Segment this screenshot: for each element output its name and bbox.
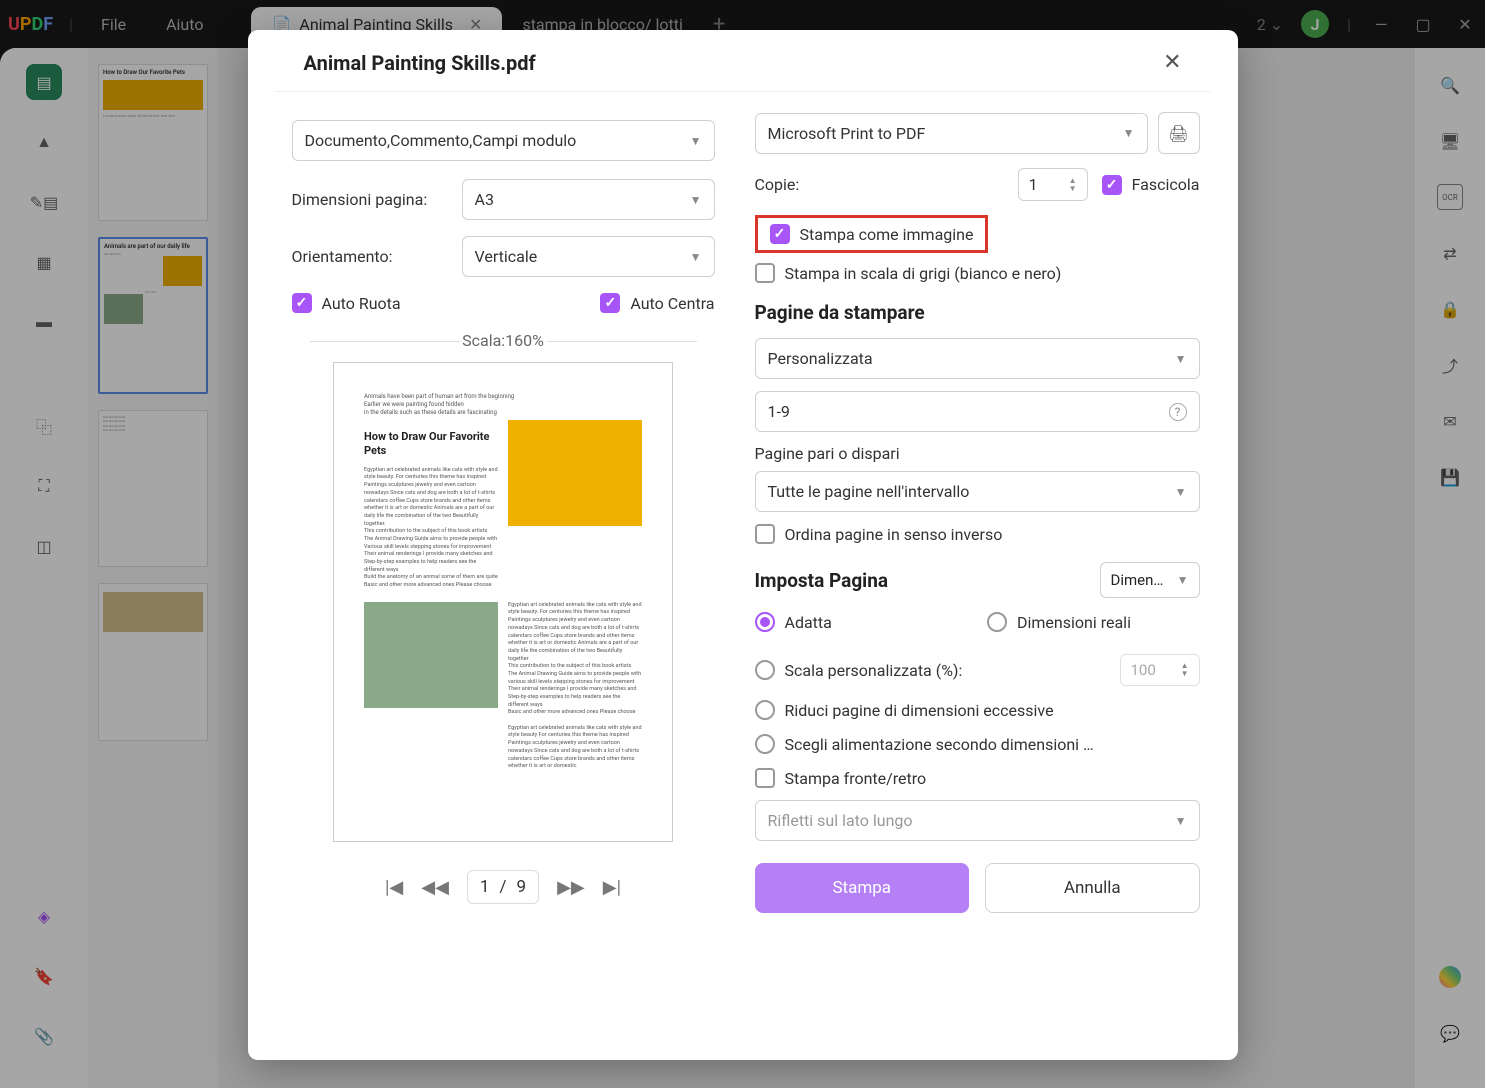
print-dialog: Animal Painting Skills.pdf ✕ Documento,C…: [248, 30, 1238, 1060]
duplex-label: Stampa fronte/retro: [785, 769, 927, 788]
page-size-value: A3: [475, 190, 494, 209]
orientation-label: Orientamento:: [292, 247, 462, 266]
radio-actual[interactable]: [987, 612, 1007, 632]
modal-overlay: Animal Painting Skills.pdf ✕ Documento,C…: [0, 0, 1485, 1088]
grayscale-checkbox[interactable]: [755, 263, 775, 283]
pager-total: 9: [517, 877, 527, 897]
print-preview: Animals have been part of human art from…: [333, 362, 673, 842]
pager-input[interactable]: 1 / 9: [467, 870, 539, 904]
auto-center-checkbox[interactable]: [600, 293, 620, 313]
content-select-value: Documento,Commento,Campi modulo: [305, 131, 577, 150]
auto-center-label: Auto Centra: [630, 294, 714, 313]
chevron-down-icon: ▼: [1175, 485, 1187, 499]
radio-source[interactable]: [755, 734, 775, 754]
auto-rotate-label: Auto Ruota: [322, 294, 401, 313]
duplex-checkbox[interactable]: [755, 768, 775, 788]
page-range-mode-select[interactable]: Personalizzata ▼: [755, 338, 1200, 379]
copies-label: Copie:: [755, 175, 1004, 194]
odd-even-select[interactable]: Tutte le pagine nell'intervallo ▼: [755, 471, 1200, 512]
pager-current: 1: [480, 877, 490, 897]
scale-label: Scala:160%: [292, 331, 715, 350]
auto-rotate-checkbox[interactable]: [292, 293, 312, 313]
pager-prev[interactable]: ◀◀: [421, 877, 449, 898]
radio-shrink-label: Riduci pagine di dimensioni eccessive: [785, 701, 1054, 720]
page-size-label: Dimensioni pagina:: [292, 190, 462, 209]
grayscale-label: Stampa in scala di grigi (bianco e nero): [785, 264, 1062, 283]
range-value: 1-9: [768, 402, 790, 421]
reverse-label: Ordina pagine in senso inverso: [785, 525, 1003, 544]
chevron-down-icon: ▼: [690, 193, 702, 207]
radio-fit-label: Adatta: [785, 613, 832, 632]
copies-input[interactable]: 1 ▲▼: [1018, 168, 1088, 201]
chevron-down-icon: ▼: [690, 134, 702, 148]
custom-scale-input[interactable]: 100 ▲▼: [1120, 654, 1200, 686]
collate-checkbox[interactable]: [1102, 175, 1122, 195]
page-setup-heading: Imposta Pagina: [755, 569, 889, 592]
pager-sep: /: [499, 877, 506, 897]
chevron-down-icon: ▼: [1175, 352, 1187, 366]
pager-last[interactable]: ▶|: [603, 877, 621, 898]
chevron-down-icon: ▼: [1123, 126, 1135, 140]
dialog-title: Animal Painting Skills.pdf: [304, 51, 536, 75]
page-range-input[interactable]: 1-9 ?: [755, 391, 1200, 432]
chevron-down-icon: ▼: [1177, 573, 1189, 587]
orientation-value: Verticale: [475, 247, 538, 266]
printer-value: Microsoft Print to PDF: [768, 124, 926, 143]
radio-shrink[interactable]: [755, 700, 775, 720]
range-mode-value: Personalizzata: [768, 349, 873, 368]
radio-fit[interactable]: [755, 612, 775, 632]
page-setup-mode-value: Dimen…: [1111, 571, 1164, 589]
chevron-down-icon: ▼: [690, 250, 702, 264]
printer-select[interactable]: Microsoft Print to PDF ▼: [755, 113, 1148, 154]
radio-actual-label: Dimensioni reali: [1017, 613, 1131, 632]
flip-value: Rifletti sul lato lungo: [768, 811, 913, 830]
odd-even-value: Tutte le pagine nell'intervallo: [768, 482, 970, 501]
page-size-select[interactable]: A3 ▼: [462, 179, 715, 220]
page-setup-mode-select[interactable]: Dimen… ▼: [1100, 562, 1200, 598]
custom-scale-value: 100: [1131, 661, 1156, 679]
spinner-down[interactable]: ▼: [1181, 670, 1189, 678]
cancel-button[interactable]: Annulla: [985, 863, 1200, 913]
radio-custom-scale[interactable]: [755, 660, 775, 680]
flip-select[interactable]: Rifletti sul lato lungo ▼: [755, 800, 1200, 841]
pager-next[interactable]: ▶▶: [557, 877, 585, 898]
radio-custom-label: Scala personalizzata (%):: [785, 661, 963, 680]
content-select[interactable]: Documento,Commento,Campi modulo ▼: [292, 120, 715, 161]
orientation-select[interactable]: Verticale ▼: [462, 236, 715, 277]
print-as-image-label: Stampa come immagine: [800, 225, 974, 244]
reverse-checkbox[interactable]: [755, 524, 775, 544]
collate-label: Fascicola: [1132, 175, 1200, 194]
chevron-down-icon: ▼: [1175, 814, 1187, 828]
info-icon[interactable]: ?: [1169, 403, 1187, 421]
highlight-annotation: Stampa come immagine: [755, 215, 989, 253]
pager-first[interactable]: |◀: [385, 877, 403, 898]
spinner-down[interactable]: ▼: [1069, 185, 1077, 193]
printer-properties-button[interactable]: 🖨: [1158, 112, 1200, 154]
odd-even-label: Pagine pari o dispari: [755, 444, 1200, 463]
pages-section-heading: Pagine da stampare: [755, 301, 1200, 324]
print-button[interactable]: Stampa: [755, 863, 970, 913]
dialog-close-button[interactable]: ✕: [1163, 50, 1181, 75]
preview-heading: How to Draw Our Favorite Pets: [364, 430, 498, 456]
copies-value: 1: [1029, 175, 1038, 194]
print-as-image-checkbox[interactable]: [770, 224, 790, 244]
radio-source-label: Scegli alimentazione secondo dimensioni …: [785, 735, 1094, 754]
